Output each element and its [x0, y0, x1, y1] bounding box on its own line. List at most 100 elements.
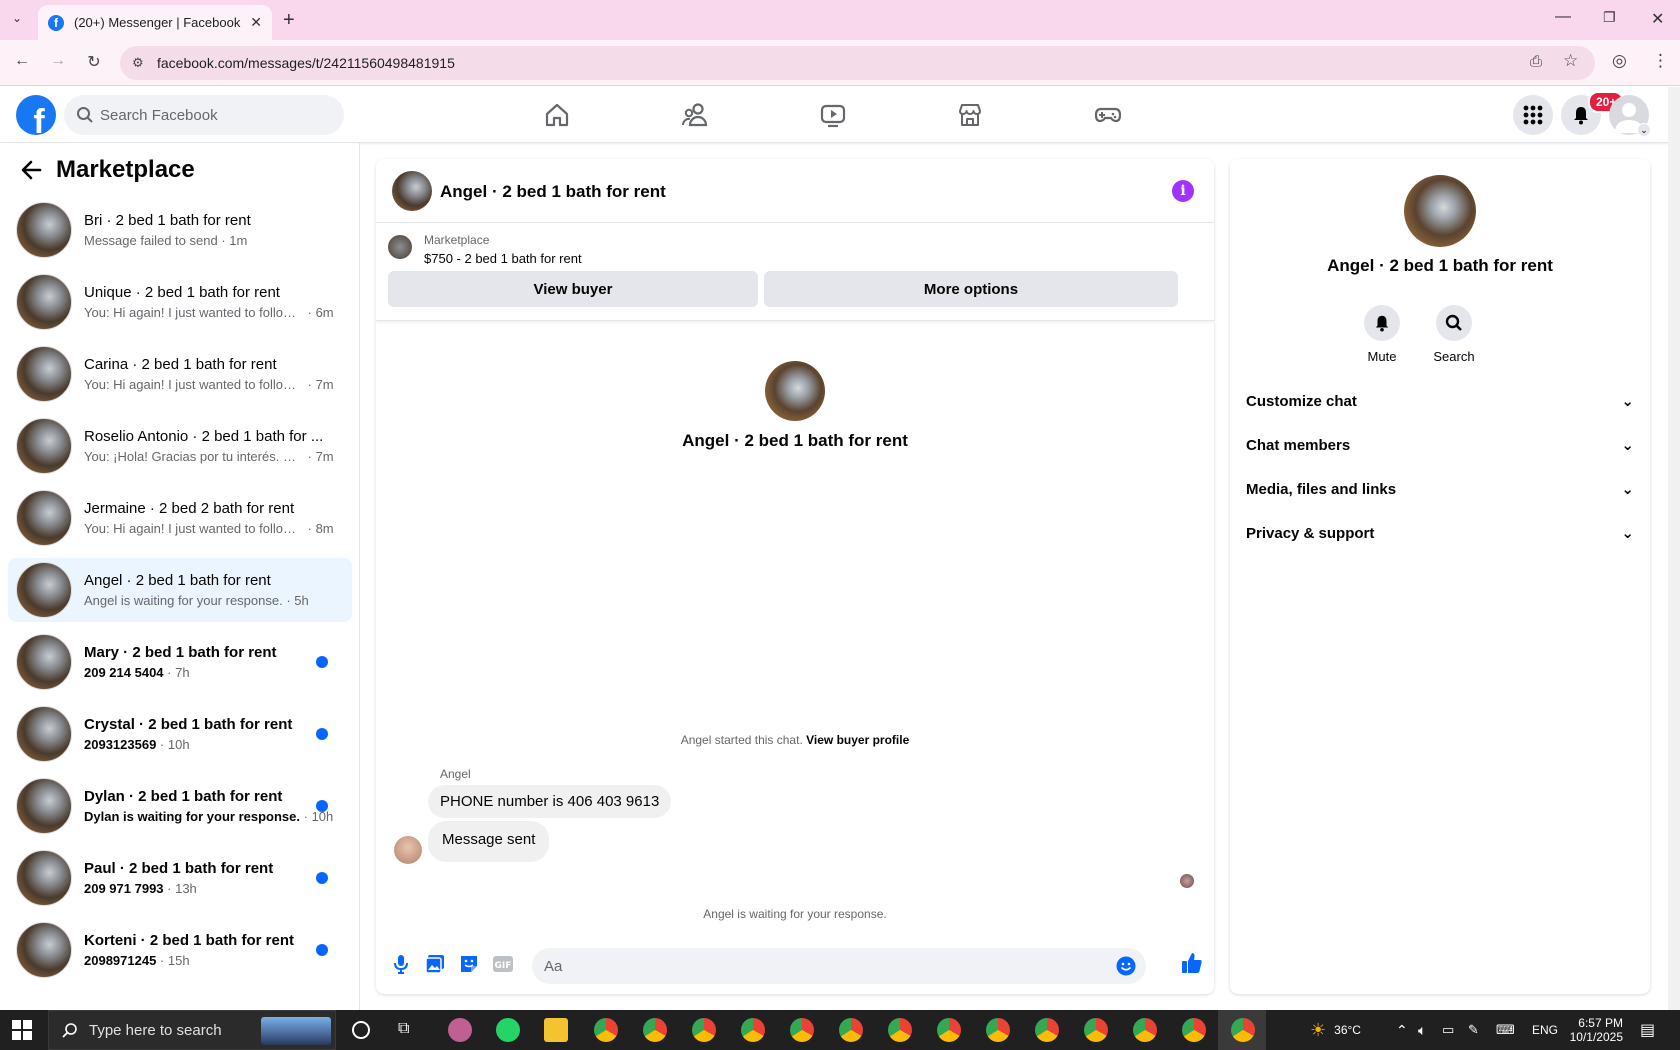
search-in-chat-button[interactable]: Search — [1419, 305, 1489, 364]
file-explorer-icon[interactable] — [544, 1018, 568, 1042]
whatsapp-icon[interactable] — [496, 1018, 520, 1042]
tab-list-chevron-icon[interactable]: ⌄ — [12, 11, 22, 25]
privacy-support-section[interactable]: Privacy & support ⌄ — [1246, 513, 1634, 553]
chat-title[interactable]: Angel · 2 bed 1 bath for rent — [440, 182, 666, 202]
pen-icon[interactable]: ✎ — [1468, 1010, 1479, 1050]
info-icon[interactable]: i — [1172, 180, 1194, 202]
started-text: Angel started this chat. — [680, 733, 803, 747]
task-view-icon[interactable]: ⧉ — [398, 1020, 409, 1038]
listing-thumbnail[interactable] — [388, 235, 412, 259]
conversation-item[interactable]: Angel · 2 bed 1 bath for rent Angel is wa… — [8, 558, 352, 622]
conversation-item[interactable]: Jermaine · 2 bed 2 bath for rent You: Hi … — [8, 486, 352, 550]
conversation-item[interactable]: Unique · 2 bed 1 bath for rent You: Hi ag… — [8, 270, 352, 334]
chrome-icon[interactable] — [741, 1018, 765, 1042]
chrome-icon[interactable] — [790, 1018, 814, 1042]
network-icon[interactable]: ▭ — [1442, 1010, 1454, 1050]
conversation-item[interactable]: Paul · 2 bed 1 bath for rent 209 971 7993… — [8, 846, 352, 910]
thumbs-up-icon[interactable] — [1180, 951, 1204, 975]
back-arrow-icon[interactable] — [20, 159, 42, 181]
chrome-icon[interactable] — [839, 1018, 863, 1042]
mute-button[interactable]: Mute — [1347, 305, 1417, 364]
chrome-icon[interactable] — [594, 1018, 618, 1042]
chrome-icon[interactable] — [1231, 1018, 1255, 1042]
conversation-item[interactable]: Crystal · 2 bed 1 bath for rent 209312356… — [8, 702, 352, 766]
message-input[interactable]: Aa — [532, 948, 1146, 984]
clock[interactable]: 6:57 PM 10/1/2025 — [1567, 1010, 1623, 1050]
forward-arrow-icon[interactable]: → — [47, 52, 69, 70]
chrome-icon[interactable] — [1133, 1018, 1157, 1042]
keyboard-icon[interactable]: ⌨ — [1496, 1010, 1515, 1050]
facebook-favicon-icon: f — [48, 14, 64, 31]
chat-profile-avatar[interactable] — [765, 361, 825, 421]
browser-tab[interactable]: f (20+) Messenger | Facebook ✕ — [38, 5, 272, 40]
tray-chevron-icon[interactable]: ⌃ — [1396, 1010, 1408, 1050]
info-panel-name: Angel · 2 bed 1 bath for rent — [1327, 256, 1553, 275]
tab-close-icon[interactable]: ✕ — [250, 14, 262, 31]
conversation-item[interactable]: Korteni · 2 bed 1 bath for rent 209897124… — [8, 918, 352, 982]
view-buyer-button[interactable]: View buyer — [388, 271, 758, 307]
restore-icon[interactable]: ❐ — [1603, 9, 1616, 26]
sticker-icon[interactable] — [458, 953, 480, 975]
minimize-icon[interactable]: — — [1555, 8, 1571, 26]
menu-grid-button[interactable] — [1513, 95, 1553, 135]
media-files-links-section[interactable]: Media, files and links ⌄ — [1246, 469, 1634, 509]
weather-widget[interactable]: ☀ 36°C — [1310, 1010, 1361, 1050]
conversation-item[interactable]: Roselio Antonio · 2 bed 1 bath for ... Yo… — [8, 414, 352, 478]
facebook-logo-icon[interactable]: f — [16, 95, 56, 135]
profile-icon[interactable]: ◎ — [1612, 51, 1627, 71]
chrome-icon[interactable] — [692, 1018, 716, 1042]
conversation-item[interactable]: Carina · 2 bed 1 bath for rent You: Hi ag… — [8, 342, 352, 406]
customize-chat-section[interactable]: Customize chat ⌄ — [1246, 381, 1634, 421]
taskbar-app-icon[interactable] — [448, 1018, 472, 1042]
conversation-item[interactable]: Dylan · 2 bed 1 bath for rent Dylan is wa… — [8, 774, 352, 838]
cortana-icon[interactable] — [352, 1021, 370, 1039]
chrome-icon[interactable] — [888, 1018, 912, 1042]
conversation-item[interactable]: Mary · 2 bed 1 bath for rent 209 214 5404… — [8, 630, 352, 694]
back-arrow-icon[interactable]: ← — [11, 52, 33, 70]
message-bubble[interactable]: PHONE number is 406 403 9613 — [428, 785, 672, 818]
conversation-name: Carina · 2 bed 1 bath for rent — [84, 356, 277, 373]
search-facebook-input[interactable]: Search Facebook — [64, 95, 344, 135]
view-buyer-profile-link[interactable]: View buyer profile — [806, 733, 909, 747]
notification-center-icon[interactable]: ▤ — [1640, 1010, 1655, 1050]
info-panel-avatar[interactable] — [1404, 175, 1476, 247]
chrome-icon[interactable] — [937, 1018, 961, 1042]
chrome-icon[interactable] — [1084, 1018, 1108, 1042]
browser-menu-icon[interactable]: ⋮ — [1652, 51, 1669, 71]
home-icon[interactable] — [543, 101, 571, 129]
windows-start-icon[interactable] — [12, 1020, 32, 1040]
sender-avatar[interactable] — [394, 836, 422, 864]
photo-icon[interactable] — [424, 953, 446, 975]
chat-header-avatar[interactable] — [392, 171, 432, 211]
new-tab-icon[interactable]: + — [283, 9, 295, 32]
chrome-icon[interactable] — [1182, 1018, 1206, 1042]
install-app-icon[interactable]: ⎙ — [1530, 53, 1542, 70]
input-language[interactable]: ENG — [1532, 1010, 1558, 1050]
chrome-icon[interactable] — [643, 1018, 667, 1042]
chat-started-note: Angel started this chat. View buyer prof… — [376, 733, 1214, 747]
page-scrollbar[interactable] — [1668, 87, 1680, 1010]
more-options-button[interactable]: More options — [764, 271, 1178, 307]
volume-icon[interactable]: 🔈︎ — [1418, 1010, 1426, 1050]
conversation-preview: You: ¡Hola! Gracias por tu interés. Sí, … — [84, 449, 304, 464]
reload-icon[interactable]: ↻ — [83, 52, 105, 72]
microphone-icon[interactable] — [390, 953, 412, 975]
listing-price-title[interactable]: $750 - 2 bed 1 bath for rent — [424, 251, 582, 266]
taskbar-search-input[interactable]: Type here to search — [48, 1010, 336, 1050]
video-icon[interactable] — [819, 101, 847, 129]
chrome-icon[interactable] — [986, 1018, 1010, 1042]
emoji-icon[interactable] — [1116, 956, 1136, 976]
bookmark-star-icon[interactable]: ☆ — [1563, 51, 1578, 71]
gif-icon[interactable]: GIF — [492, 953, 514, 975]
gaming-icon[interactable] — [1094, 101, 1122, 129]
account-chevron-icon[interactable]: ⌄ — [1637, 123, 1651, 137]
conversation-item[interactable]: Bri · 2 bed 1 bath for rent Message faile… — [8, 198, 352, 262]
site-info-icon[interactable]: ⚙ — [132, 55, 144, 71]
window-close-icon[interactable]: ✕ — [1651, 9, 1664, 29]
message-bubble[interactable]: Message sent — [428, 821, 550, 862]
url-field[interactable]: ⚙ facebook.com/messages/t/24211560498481… — [120, 46, 1595, 80]
friends-icon[interactable] — [681, 101, 709, 129]
chat-members-section[interactable]: Chat members ⌄ — [1246, 425, 1634, 465]
marketplace-icon[interactable] — [956, 101, 984, 129]
chrome-icon[interactable] — [1035, 1018, 1059, 1042]
